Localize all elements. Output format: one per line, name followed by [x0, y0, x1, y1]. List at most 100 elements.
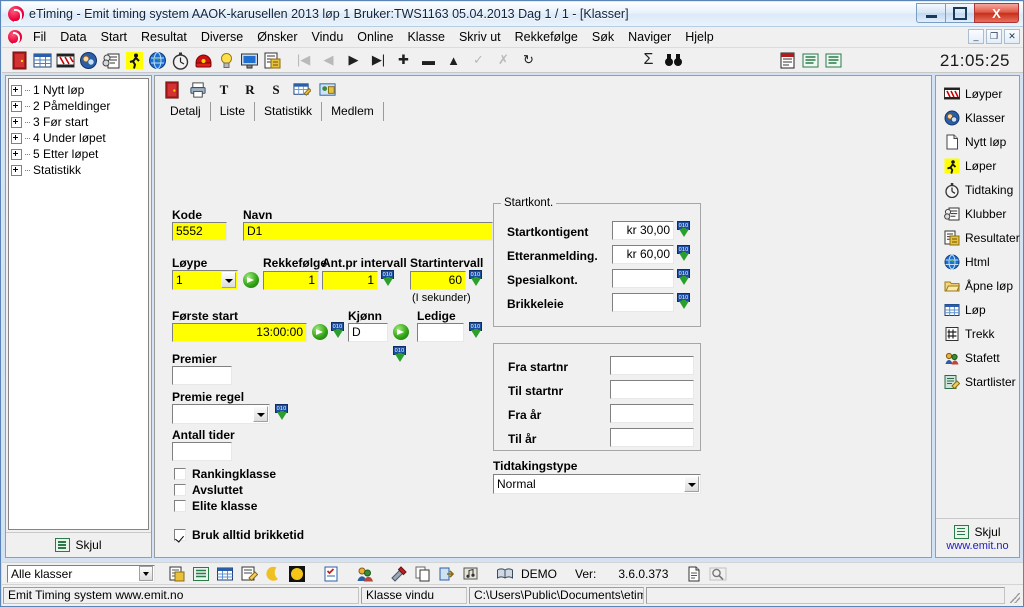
- chevron-down-icon[interactable]: [221, 272, 236, 288]
- export-icon[interactable]: [438, 565, 456, 583]
- film-start-icon[interactable]: [56, 51, 75, 70]
- edit-list-icon[interactable]: [240, 565, 258, 583]
- post-record-icon[interactable]: ✓: [469, 51, 488, 70]
- mdi-minimize-button[interactable]: _: [968, 29, 984, 44]
- chevron-down-icon[interactable]: [139, 565, 153, 581]
- tab-statistikk[interactable]: Statistikk: [255, 102, 323, 121]
- startkontigent-stepper[interactable]: 010: [677, 221, 691, 241]
- tool-letter-s[interactable]: S: [268, 82, 284, 98]
- edit-record-icon[interactable]: ▲: [444, 51, 463, 70]
- mdi-restore-button[interactable]: ❐: [986, 29, 1002, 44]
- til-ar-input[interactable]: [610, 428, 694, 447]
- klubber-icon[interactable]: [102, 51, 121, 70]
- mdi-close-button[interactable]: ✕: [1004, 29, 1020, 44]
- checkbox-box[interactable]: [174, 484, 186, 496]
- resize-grip[interactable]: [1007, 587, 1021, 604]
- tab-medlem[interactable]: Medlem: [322, 102, 384, 121]
- grid-icon[interactable]: [216, 565, 234, 583]
- kode-input[interactable]: 5552: [172, 222, 227, 241]
- expand-icon[interactable]: [11, 164, 22, 176]
- tree-node-nytt-lop[interactable]: 1 Nytt løp: [11, 82, 146, 98]
- printer-icon[interactable]: [189, 81, 207, 99]
- menu-item-klasse[interactable]: Klasse: [400, 28, 452, 46]
- maximize-button[interactable]: [945, 3, 974, 23]
- shortcut-stafett[interactable]: Stafett: [936, 346, 1019, 370]
- avsluttet-checkbox[interactable]: Avsluttet: [174, 483, 243, 497]
- ledige-input[interactable]: [417, 323, 464, 342]
- menu-item-sok[interactable]: Søk: [585, 28, 621, 46]
- brikkeleie-stepper[interactable]: 010: [677, 293, 691, 313]
- menu-item-start[interactable]: Start: [94, 28, 134, 46]
- tool-letter-t[interactable]: T: [216, 82, 232, 98]
- refresh-db-icon[interactable]: [168, 565, 186, 583]
- rekkefolge-input[interactable]: 1: [263, 271, 319, 290]
- exit-door-icon[interactable]: [10, 51, 29, 70]
- shortcut-startlister[interactable]: Startlister: [936, 370, 1019, 394]
- people-icon[interactable]: [356, 565, 374, 583]
- tree-node-pameldinger[interactable]: 2 Påmeldinger: [11, 98, 146, 114]
- previous-record-icon[interactable]: ◀: [319, 51, 338, 70]
- tab-detalj[interactable]: Detalj: [161, 102, 211, 121]
- loype-goto-button[interactable]: [243, 272, 259, 288]
- fra-ar-input[interactable]: [610, 404, 694, 423]
- tidtakingstype-select[interactable]: Normal: [493, 474, 701, 494]
- minimize-button[interactable]: [916, 3, 945, 23]
- menu-item-skriv-ut[interactable]: Skriv ut: [452, 28, 508, 46]
- exit-door-icon[interactable]: [163, 81, 181, 99]
- menu-item-naviger[interactable]: Naviger: [621, 28, 678, 46]
- shortcut-tidtaking[interactable]: Tidtaking: [936, 178, 1019, 202]
- kjonn-stepper[interactable]: 010: [393, 346, 407, 366]
- chevron-down-icon[interactable]: [253, 406, 268, 422]
- print-preview-icon[interactable]: [778, 51, 797, 70]
- sum-icon[interactable]: Σ: [639, 51, 658, 70]
- menu-item-onsker[interactable]: Ønsker: [250, 28, 304, 46]
- etteranmelding-stepper[interactable]: 010: [677, 245, 691, 265]
- fra-startnr-input[interactable]: [610, 356, 694, 375]
- tool-letter-r[interactable]: R: [242, 82, 258, 98]
- last-record-icon[interactable]: ▶|: [369, 51, 388, 70]
- bruk-alltid-brikketid-checkbox[interactable]: Bruk alltid brikketid: [174, 528, 304, 542]
- delete-record-icon[interactable]: ▬: [419, 51, 438, 70]
- shortcut-lop[interactable]: Løp: [936, 298, 1019, 322]
- report-icon[interactable]: [263, 51, 282, 70]
- music-icon[interactable]: [462, 565, 480, 583]
- shortcut-html[interactable]: Html: [936, 250, 1019, 274]
- brikkeleie-input[interactable]: [612, 293, 674, 312]
- next-record-icon[interactable]: ▶: [344, 51, 363, 70]
- list-report-icon[interactable]: [801, 51, 820, 70]
- globe-icon[interactable]: [148, 51, 167, 70]
- spesialkont-stepper[interactable]: 010: [677, 269, 691, 289]
- lightbulb-icon[interactable]: [217, 51, 236, 70]
- navn-input[interactable]: D1: [243, 222, 493, 241]
- emit-website-link[interactable]: www.emit.no: [946, 540, 1008, 552]
- startintervall-stepper[interactable]: 010: [469, 270, 483, 290]
- loype-select[interactable]: 1: [172, 270, 238, 290]
- rankingklasse-checkbox[interactable]: Rankingklasse: [174, 467, 276, 481]
- tools-icon[interactable]: [390, 565, 408, 583]
- forste-start-stepper[interactable]: 010: [331, 322, 345, 342]
- moon-icon[interactable]: [264, 565, 282, 583]
- monitor-icon[interactable]: [240, 51, 259, 70]
- panel-hide-button[interactable]: Skjul: [954, 524, 1001, 539]
- checkbox-box[interactable]: [174, 468, 186, 480]
- stopwatch-icon[interactable]: [171, 51, 190, 70]
- copy-icon[interactable]: [414, 565, 432, 583]
- navigation-tree[interactable]: 1 Nytt løp 2 Påmeldinger 3 Før start 4 U…: [8, 78, 149, 530]
- antall-tider-input[interactable]: [172, 442, 232, 461]
- menu-item-diverse[interactable]: Diverse: [194, 28, 250, 46]
- elite-klasse-checkbox[interactable]: Elite klasse: [174, 499, 257, 513]
- menu-item-fil[interactable]: Fil: [26, 28, 53, 46]
- menu-item-resultat[interactable]: Resultat: [134, 28, 194, 46]
- premier-input[interactable]: [172, 366, 232, 385]
- list-icon[interactable]: [192, 565, 210, 583]
- tree-node-etter-lopet[interactable]: 5 Etter løpet: [11, 146, 146, 162]
- cancel-record-icon[interactable]: ✗: [494, 51, 513, 70]
- shortcut-nytt-lop[interactable]: Nytt løp: [936, 130, 1019, 154]
- tab-liste[interactable]: Liste: [211, 102, 256, 121]
- chevron-down-icon[interactable]: [684, 476, 699, 492]
- tree-hide-button[interactable]: Skjul: [6, 532, 151, 557]
- add-record-icon[interactable]: ✚: [394, 51, 413, 70]
- binoculars-icon[interactable]: [664, 51, 683, 70]
- expand-icon[interactable]: [11, 84, 22, 96]
- menu-item-rekkefolge[interactable]: Rekkefølge: [508, 28, 585, 46]
